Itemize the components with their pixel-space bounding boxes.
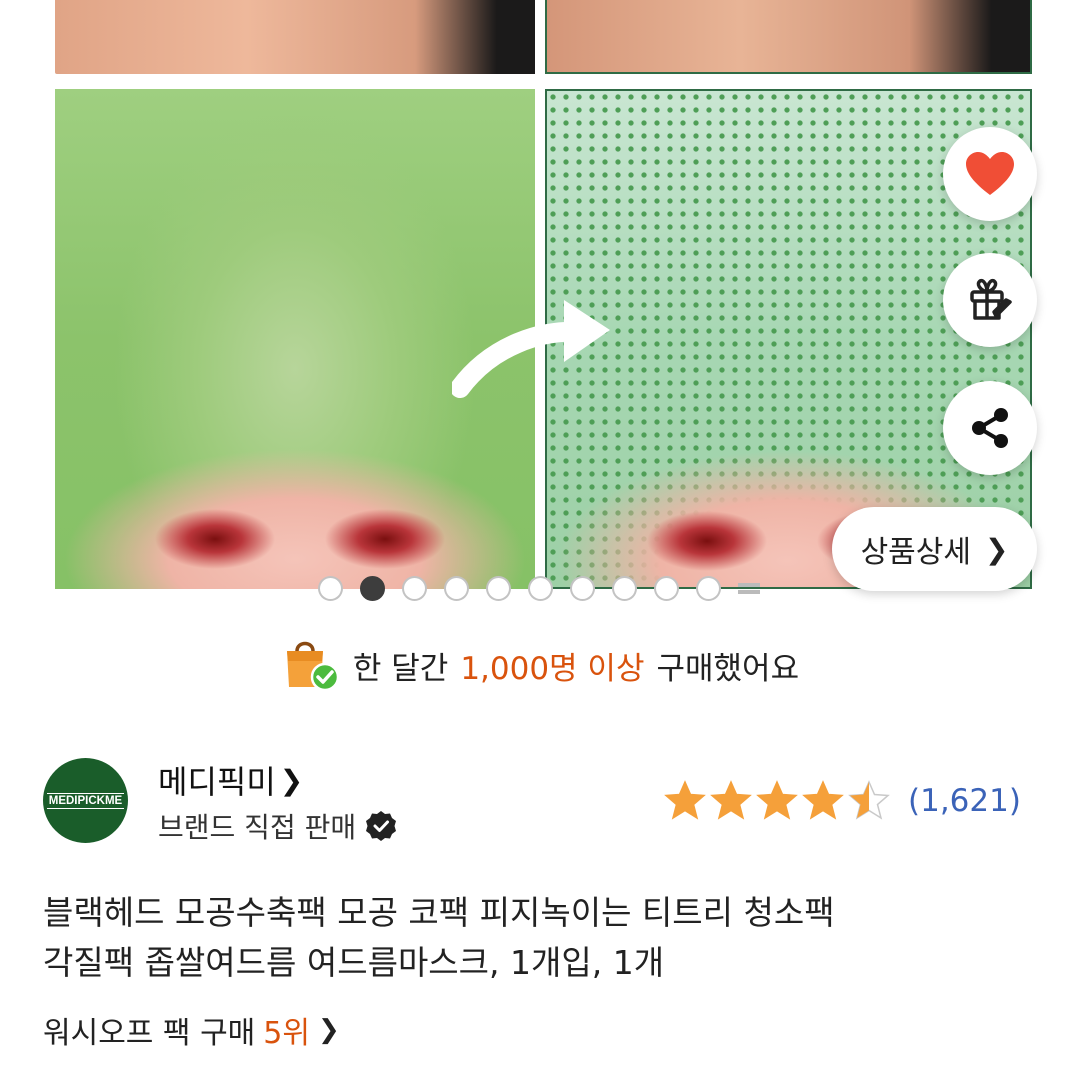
gift-icon: [970, 278, 1012, 320]
star-full-icon: [756, 780, 798, 820]
share-icon: [972, 408, 1008, 448]
arrow-graphic: [452, 300, 610, 398]
carousel-dot[interactable]: [402, 575, 427, 601]
wishlist-button[interactable]: [943, 127, 1037, 221]
rating-summary[interactable]: (1,621): [664, 780, 1021, 822]
purchase-prefix: 한 달간: [352, 650, 449, 687]
purchase-suffix: 구매했어요: [656, 650, 800, 687]
verified-badge-icon: [366, 811, 397, 841]
product-title-line2: 각질팩 좁쌀여드름 여드름마스크, 1개입, 1개: [43, 943, 665, 982]
rank-label: 워시오프 팩 구매: [43, 1016, 256, 1051]
purchase-highlight: 1,000명 이상: [460, 650, 645, 687]
carousel-dot-active[interactable]: [360, 575, 385, 601]
seller-name: 메디픽미: [158, 763, 276, 801]
rank-number: 5위: [263, 1016, 310, 1051]
share-button[interactable]: [943, 381, 1037, 475]
chevron-right-icon: ❯: [984, 532, 1009, 566]
carousel-pagination: [318, 575, 760, 601]
carousel-dot[interactable]: [570, 575, 595, 601]
shopping-bag-check-icon: [286, 641, 340, 692]
more-dots-icon: [738, 577, 760, 599]
star-rating: [664, 780, 890, 822]
carousel-dot[interactable]: [612, 575, 637, 601]
seller-logo[interactable]: MEDIPICKME: [43, 758, 128, 843]
carousel-dot[interactable]: [318, 575, 343, 601]
carousel-dot[interactable]: [654, 575, 679, 601]
carousel-dot[interactable]: [528, 575, 553, 601]
star-half-icon: [848, 780, 890, 820]
heart-icon: [966, 152, 1014, 195]
seller-name-link[interactable]: 메디픽미 ❯: [158, 757, 303, 803]
seller-logo-text: MEDIPICKME: [46, 792, 125, 809]
product-image-carousel[interactable]: 상품상세 ❯: [0, 0, 1080, 620]
seller-subtitle: 브랜드 직접 판매: [158, 811, 357, 844]
product-title-line1: 블랙헤드 모공수축팩 모공 코팩 피지녹이는 티트리 청소팩: [43, 893, 835, 932]
carousel-dot[interactable]: [486, 575, 511, 601]
carousel-dot[interactable]: [444, 575, 469, 601]
after-image-top: [545, 0, 1032, 74]
product-detail-button[interactable]: 상품상세 ❯: [832, 507, 1037, 591]
gift-button[interactable]: [943, 253, 1037, 347]
product-title: 블랙헤드 모공수축팩 모공 코팩 피지녹이는 티트리 청소팩 각질팩 좁쌀여드름…: [43, 888, 1043, 988]
star-full-icon: [710, 780, 752, 820]
purchase-count-banner: 한 달간 1,000명 이상 구매했어요: [0, 630, 1080, 700]
review-count[interactable]: (1,621): [908, 783, 1021, 819]
chevron-right-icon: ❯: [279, 763, 304, 797]
before-image-top: [55, 0, 535, 74]
carousel-dot[interactable]: [696, 575, 721, 601]
category-rank-link[interactable]: 워시오프 팩 구매 5위 ❯: [43, 1008, 340, 1052]
seller-subtitle-row: 브랜드 직접 판매: [158, 806, 398, 846]
product-detail-label: 상품상세: [860, 535, 971, 570]
chevron-right-icon: ❯: [317, 1015, 340, 1045]
star-full-icon: [802, 780, 844, 820]
star-full-icon: [664, 780, 706, 820]
